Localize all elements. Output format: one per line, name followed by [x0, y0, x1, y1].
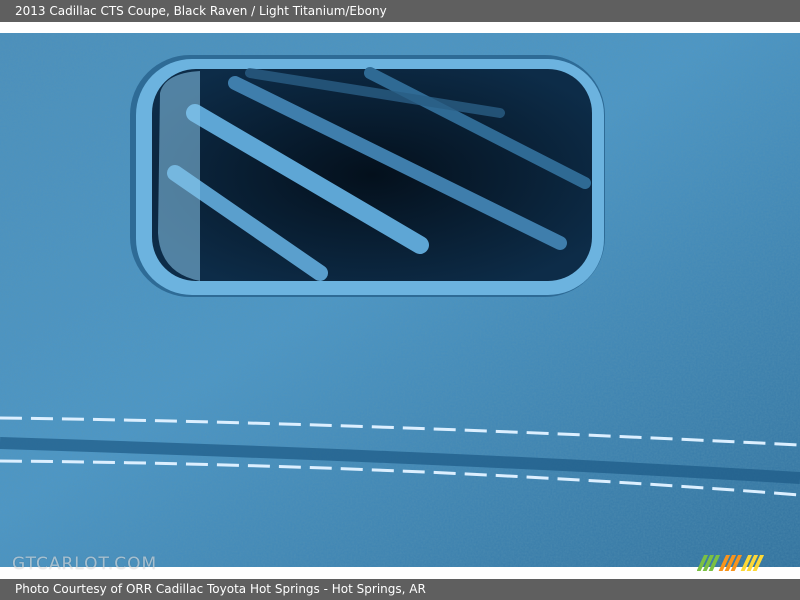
watermark: GTCARLOT.COM: [12, 554, 158, 574]
vent-highlight: [158, 71, 200, 281]
vent-opening: [152, 69, 592, 281]
photo-credit: Photo Courtesy of ORR Cadillac Toyota Ho…: [15, 582, 426, 596]
car-interior-photo: [0, 33, 800, 567]
photo-credit-bar: Photo Courtesy of ORR Cadillac Toyota Ho…: [0, 579, 800, 600]
title-bar: 2013 Cadillac CTS Coupe, Black Raven / L…: [0, 0, 800, 22]
gtcarlot-logo-icon: [697, 555, 765, 571]
dashboard-vent-image: [0, 33, 800, 567]
page-title: 2013 Cadillac CTS Coupe, Black Raven / L…: [15, 4, 387, 18]
